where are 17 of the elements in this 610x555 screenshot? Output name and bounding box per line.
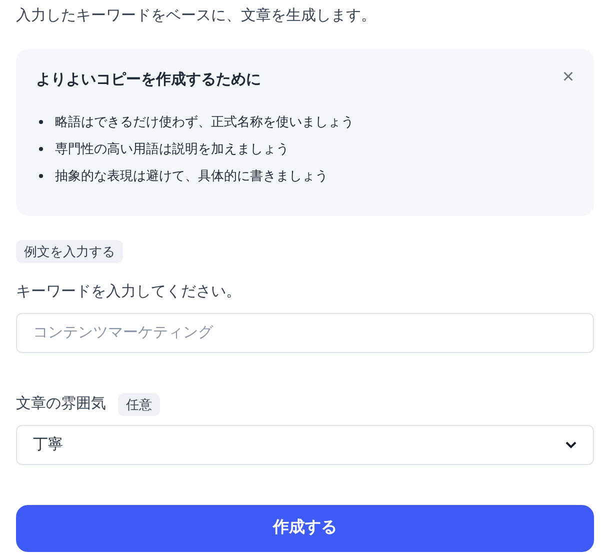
- optional-badge: 任意: [118, 392, 160, 416]
- tip-text: 抽象的な表現は避けて、具体的に書きましょう: [55, 167, 328, 185]
- chevron-down-icon: [565, 440, 577, 449]
- keyword-label: キーワードを入力してください。: [16, 282, 242, 302]
- tips-title: よりよいコピーを作成するために: [36, 70, 261, 90]
- close-button[interactable]: ×: [562, 67, 574, 87]
- submit-button[interactable]: 作成する: [16, 504, 594, 552]
- bullet-icon: [39, 120, 43, 124]
- intro-text: 入力したキーワードをベースに、文章を生成します。: [16, 6, 377, 26]
- keyword-input[interactable]: コンテンツマーケティング: [16, 312, 594, 353]
- bullet-icon: [39, 147, 43, 151]
- example-button[interactable]: 例文を入力する: [16, 240, 123, 263]
- tone-label: 文章の雰囲気: [16, 394, 106, 414]
- tone-select[interactable]: 丁寧: [16, 424, 594, 465]
- tip-text: 専門性の高い用語は説明を加えましょう: [55, 140, 289, 158]
- bullet-icon: [39, 174, 43, 178]
- tip-text: 略語はできるだけ使わず、正式名称を使いましょう: [55, 113, 354, 131]
